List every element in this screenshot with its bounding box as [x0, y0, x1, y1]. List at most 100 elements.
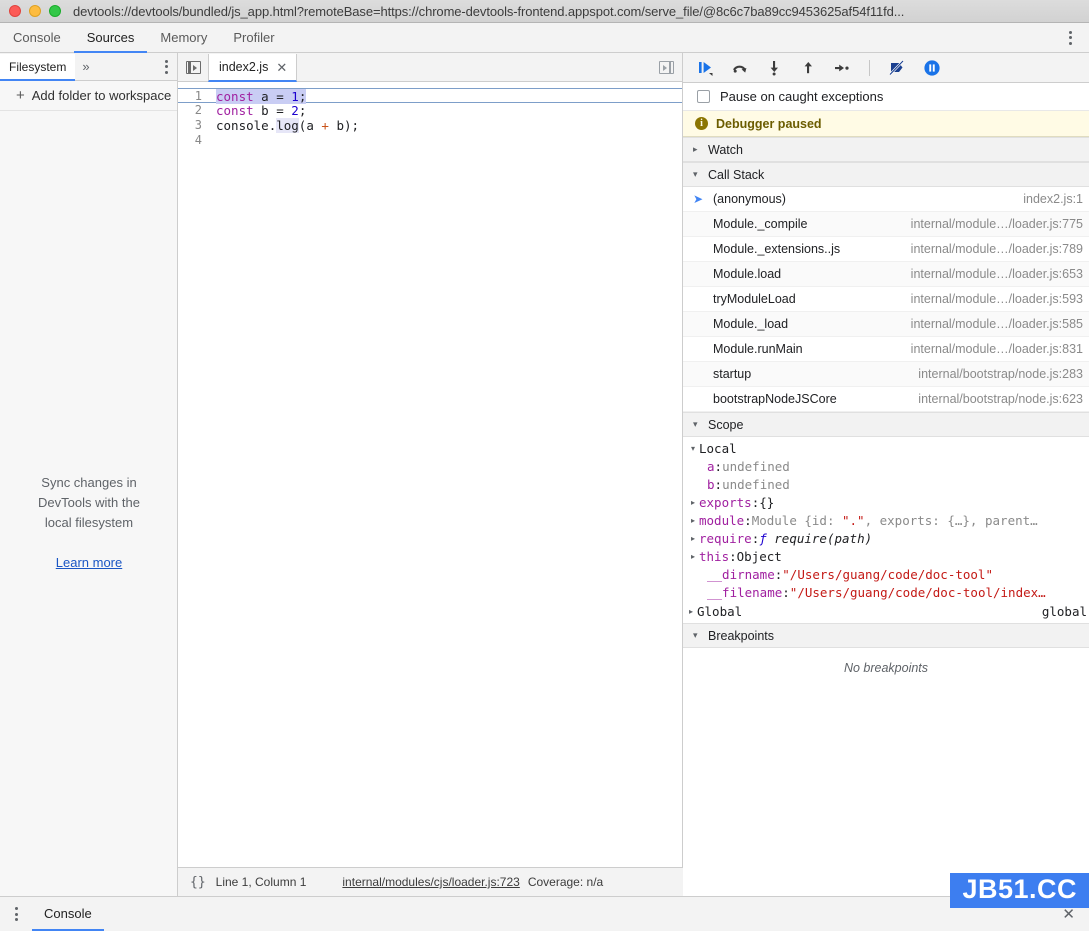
chevron-right-icon[interactable]: ▸	[687, 548, 699, 566]
chevron-right-icon[interactable]: ▸	[687, 494, 699, 512]
call-stack-frame[interactable]: bootstrapNodeJSCore internal/bootstrap/n…	[683, 387, 1089, 412]
code-line-2[interactable]: 2 const b = 2;	[178, 103, 682, 118]
empty-state-line-1: Sync changes in	[41, 475, 137, 490]
add-folder-to-workspace-button[interactable]: + Add folder to workspace	[0, 81, 177, 111]
drawer-tabbar: Console ✕	[0, 896, 1089, 931]
source-mapped-link[interactable]: internal/modules/cjs/loader.js:723	[342, 875, 519, 889]
chevron-down-icon[interactable]: ▾	[687, 440, 699, 458]
show-navigator-icon[interactable]	[178, 53, 208, 81]
chevron-right-icon[interactable]: ▸	[687, 512, 699, 530]
pause-on-caught-exceptions-label: Pause on caught exceptions	[720, 89, 884, 104]
close-window-button[interactable]	[9, 5, 21, 17]
call-stack-section-header[interactable]: ▾ Call Stack	[683, 162, 1089, 187]
debugger-paused-banner: i Debugger paused	[683, 111, 1089, 137]
frame-location: internal/module…/loader.js:585	[910, 317, 1083, 331]
drawer-kebab-icon[interactable]	[0, 907, 32, 921]
scope-tree: ▾ Local a: undefined b: undefined ▸ export…	[683, 437, 1089, 623]
variable-name: a	[707, 459, 715, 474]
devtools-main-tabbar: Console Sources Memory Profiler	[0, 23, 1089, 53]
step-over-button[interactable]	[729, 57, 750, 78]
show-debugger-icon[interactable]	[650, 53, 682, 81]
call-stack-frame[interactable]: startup internal/bootstrap/node.js:283	[683, 362, 1089, 387]
tab-console[interactable]: Console	[0, 24, 74, 53]
variable-value: "/Users/guang/code/doc-tool/index…	[789, 585, 1046, 600]
empty-state-line-2: DevTools with the	[38, 495, 140, 510]
breakpoints-section-header[interactable]: ▾ Breakpoints	[683, 623, 1089, 648]
navigator-tabbar-spacer	[97, 53, 155, 80]
pause-on-caught-exceptions-row[interactable]: Pause on caught exceptions	[683, 83, 1089, 111]
scope-global-label: Global	[697, 604, 743, 619]
learn-more-link[interactable]: Learn more	[24, 555, 154, 570]
scope-section-header[interactable]: ▾ Scope	[683, 412, 1089, 437]
variable-value: {}	[759, 495, 775, 510]
maximize-window-button[interactable]	[49, 5, 61, 17]
variable-value: ƒ require(path)	[759, 531, 873, 546]
variable-name: __filename	[707, 585, 783, 600]
scope-variable-row[interactable]: ▸ exports: {}	[683, 494, 1089, 512]
editor-tab-index2js[interactable]: index2.js ✕	[208, 54, 298, 82]
step-button[interactable]	[831, 57, 852, 78]
scope-variable-row[interactable]: __filename: "/Users/guang/code/doc-tool/…	[683, 584, 1089, 602]
minimize-window-button[interactable]	[29, 5, 41, 17]
pause-on-caught-exceptions-checkbox[interactable]	[697, 90, 710, 103]
frame-location: internal/module…/loader.js:653	[910, 267, 1083, 281]
debugger-sidebar: Pause on caught exceptions i Debugger pa…	[683, 53, 1089, 896]
frame-name: Module.load	[713, 267, 782, 281]
code-editor[interactable]: 1 const a = 1; 2 const b = 2; 3 console.…	[178, 82, 682, 896]
pause-on-exceptions-button[interactable]	[921, 57, 942, 78]
variable-name: exports	[699, 495, 752, 510]
code-line-1[interactable]: 1 const a = 1;	[178, 88, 682, 104]
navigator-kebab-icon[interactable]	[155, 53, 177, 80]
scope-variable-row[interactable]: a: undefined	[683, 458, 1089, 476]
main-menu-kebab-icon[interactable]	[1057, 23, 1083, 52]
frame-name: Module._compile	[713, 217, 808, 231]
editor-tabbar: index2.js ✕	[178, 53, 682, 82]
scope-local-group[interactable]: ▾ Local	[683, 440, 1089, 458]
call-stack-frame[interactable]: Module.runMain internal/module…/loader.j…	[683, 337, 1089, 362]
pretty-print-icon[interactable]: {}	[178, 875, 216, 890]
variable-value: undefined	[722, 477, 790, 492]
frame-name: Module.runMain	[713, 342, 803, 356]
code-line-4[interactable]: 4	[178, 133, 682, 148]
close-icon[interactable]: ✕	[276, 61, 287, 74]
chevron-down-icon: ▾	[693, 169, 698, 179]
scope-global-group[interactable]: ▸ Global global	[683, 602, 1089, 621]
step-into-button[interactable]	[763, 57, 784, 78]
call-stack-frame[interactable]: ➤ (anonymous) index2.js:1	[683, 187, 1089, 212]
chevron-right-icon[interactable]: ▸	[687, 530, 699, 548]
scope-variable-row[interactable]: ▸ require: ƒ require(path)	[683, 530, 1089, 548]
watch-section-header[interactable]: ▸ Watch	[683, 137, 1089, 162]
line-number: 2	[178, 103, 210, 118]
call-stack-frame[interactable]: tryModuleLoad internal/module…/loader.js…	[683, 287, 1089, 312]
scope-variable-row[interactable]: ▸ this: Object	[683, 548, 1089, 566]
frame-location: internal/module…/loader.js:789	[910, 242, 1083, 256]
variable-name: __dirname	[707, 567, 775, 582]
frame-name: (anonymous)	[713, 192, 786, 206]
frame-name: Module._load	[713, 317, 789, 331]
variable-name: require	[699, 531, 752, 546]
tab-sources[interactable]: Sources	[73, 24, 148, 53]
call-stack-frame[interactable]: Module.load internal/module…/loader.js:6…	[683, 262, 1089, 287]
navigator-tab-filesystem[interactable]: Filesystem	[0, 54, 76, 81]
navigator-more-tabs-icon[interactable]: »	[75, 53, 96, 80]
plus-icon: +	[16, 87, 25, 104]
coverage-status: Coverage: n/a	[527, 875, 604, 889]
call-stack-frame[interactable]: Module._extensions..js internal/module…/…	[683, 237, 1089, 262]
tab-memory[interactable]: Memory	[147, 24, 220, 53]
navigator-tabbar: Filesystem »	[0, 53, 177, 81]
resume-button[interactable]	[695, 57, 716, 78]
frame-location: index2.js:1	[1023, 192, 1083, 206]
chevron-right-icon[interactable]: ▸	[685, 602, 697, 621]
deactivate-breakpoints-button[interactable]	[887, 57, 908, 78]
variable-value: undefined	[722, 459, 790, 474]
scope-variable-row[interactable]: b: undefined	[683, 476, 1089, 494]
tab-profiler[interactable]: Profiler	[220, 24, 287, 53]
chevron-down-icon: ▾	[693, 630, 698, 640]
scope-variable-row[interactable]: ▸ module: Module {id: ".", exports: {…}, …	[683, 512, 1089, 530]
call-stack-frame[interactable]: Module._compile internal/module…/loader.…	[683, 212, 1089, 237]
scope-variable-row[interactable]: __dirname: "/Users/guang/code/doc-tool"	[683, 566, 1089, 584]
step-out-button[interactable]	[797, 57, 818, 78]
drawer-tab-console[interactable]: Console	[32, 897, 104, 931]
code-line-3[interactable]: 3 console.log(a + b);	[178, 118, 682, 133]
call-stack-frame[interactable]: Module._load internal/module…/loader.js:…	[683, 312, 1089, 337]
